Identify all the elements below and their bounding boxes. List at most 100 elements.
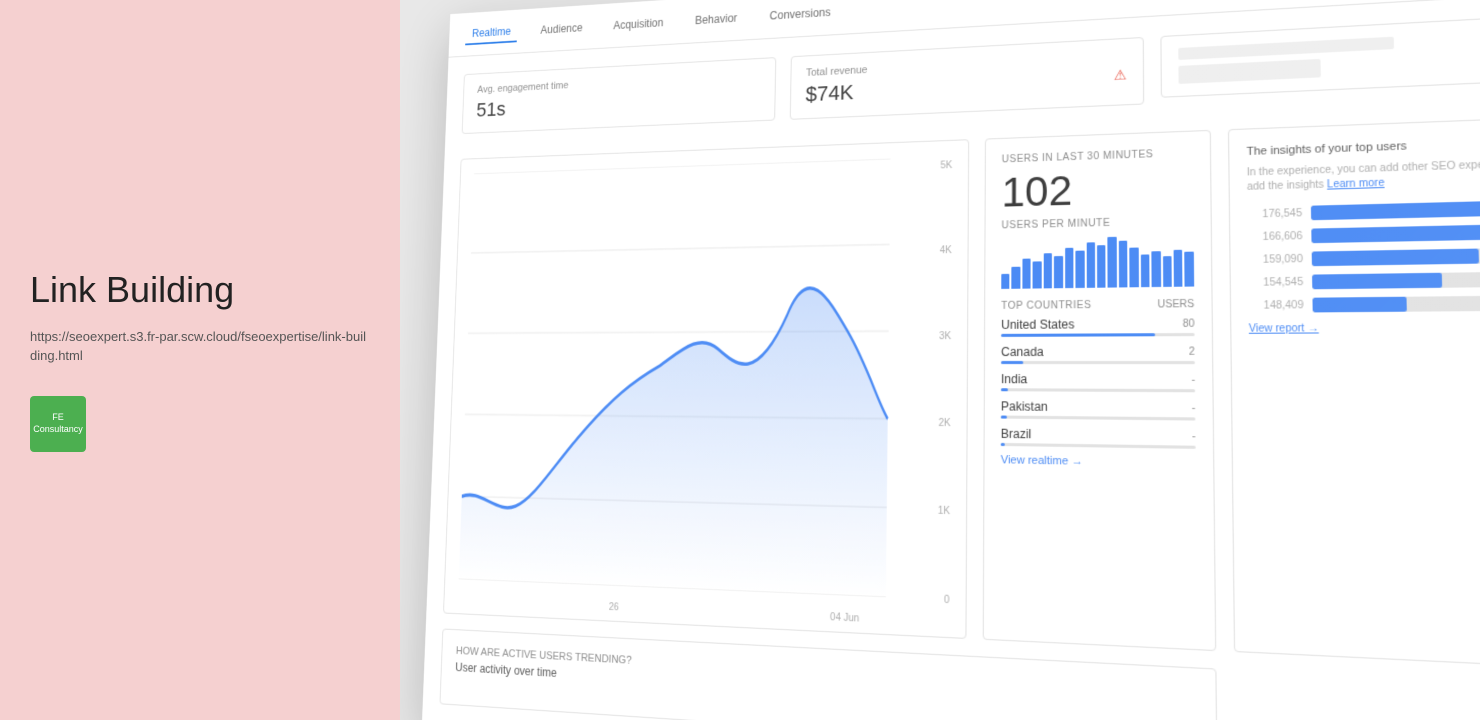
insights-widget: The insights of your top users In the ex… xyxy=(1228,116,1480,669)
line-chart-area: 5K 4K 3K 2K 1K 0 xyxy=(443,139,969,639)
mini-bar xyxy=(1130,248,1139,288)
horiz-bar-track-2 xyxy=(1312,247,1480,266)
realtime-count: 102 xyxy=(1002,163,1194,217)
country-value-ca: 2 xyxy=(1189,346,1195,357)
realtime-header: USERS IN LAST 30 MINUTES xyxy=(1002,148,1193,166)
horiz-bar-label-4: 148,409 xyxy=(1248,299,1303,311)
country-bar-br xyxy=(1001,443,1196,449)
tab-acquisition[interactable]: Acquisition xyxy=(606,12,671,36)
horizontal-bar-chart: 176,545 166,606 159,090 xyxy=(1247,200,1480,313)
horiz-bar-row-3: 154,545 xyxy=(1248,271,1480,290)
country-bar-fill-br xyxy=(1001,443,1005,446)
engagement-card: Avg. engagement time 51s xyxy=(462,57,776,134)
insights-title: The insights of your top users xyxy=(1246,135,1480,158)
country-row-pk: Pakistan - xyxy=(1001,399,1196,420)
x-label-26: 26 xyxy=(609,602,619,613)
horiz-bar-row-4: 148,409 xyxy=(1248,295,1480,313)
mini-bar xyxy=(1097,245,1106,288)
realtime-subheader: USERS PER MINUTE xyxy=(1001,216,1193,232)
horiz-bar-label-0: 176,545 xyxy=(1247,207,1302,220)
country-row-ca: Canada 2 xyxy=(1001,344,1195,364)
horiz-bar-row-2: 159,090 xyxy=(1248,247,1480,267)
mini-bar xyxy=(1022,259,1031,289)
right-panel: Realtime Audience Acquisition Behavior C… xyxy=(400,0,1480,720)
mini-bar xyxy=(1185,252,1194,287)
country-bar-ca xyxy=(1001,361,1195,364)
x-label-jun: 04 Jun xyxy=(830,612,859,624)
view-report-link[interactable]: View report → xyxy=(1249,321,1480,334)
country-name-pk: Pakistan xyxy=(1001,399,1196,415)
horiz-bar-track-1 xyxy=(1311,223,1480,243)
horiz-bar-fill-0 xyxy=(1311,200,1480,220)
country-bar-pk xyxy=(1001,416,1196,421)
warning-icon: ⚠ xyxy=(1114,67,1127,84)
tab-conversions[interactable]: Conversions xyxy=(762,1,838,26)
dashboard-content: Avg. engagement time 51s Total revenue $… xyxy=(422,0,1480,720)
y-label-2k: 2K xyxy=(938,418,950,429)
favicon-badge: FE Consultancy xyxy=(30,396,86,452)
horiz-bar-track-4 xyxy=(1312,295,1480,312)
country-name-ca: Canada xyxy=(1001,344,1195,359)
tab-realtime[interactable]: Realtime xyxy=(465,21,518,45)
horiz-bar-label-2: 159,090 xyxy=(1248,253,1303,265)
country-row-br: Brazil - xyxy=(1001,427,1196,449)
horiz-bar-row-1: 166,606 xyxy=(1248,223,1480,244)
mini-bar xyxy=(1141,254,1150,287)
view-realtime-link[interactable]: View realtime → xyxy=(1001,454,1196,470)
country-bar-us xyxy=(1001,333,1195,337)
chart-x-labels: 26 04 Jun xyxy=(461,595,915,627)
country-bar-in xyxy=(1001,388,1195,392)
y-label-4k: 4K xyxy=(940,245,952,256)
y-label-1k: 1K xyxy=(938,506,950,517)
country-name-in: India xyxy=(1001,372,1195,387)
country-value-us: 80 xyxy=(1183,319,1195,330)
horiz-bar-track-0 xyxy=(1311,200,1480,221)
y-label-5k: 5K xyxy=(940,160,952,171)
mini-bar-chart xyxy=(1001,235,1194,289)
horiz-bar-label-3: 154,545 xyxy=(1248,276,1303,288)
mini-bar xyxy=(1075,250,1084,288)
horiz-bar-track-3 xyxy=(1312,271,1480,289)
insights-subtitle: In the experience, you can add other SEO… xyxy=(1247,156,1480,194)
horiz-bar-fill-2 xyxy=(1312,249,1479,267)
countries-title: TOP COUNTRIES xyxy=(1001,300,1091,312)
dashboard-wrapper: Realtime Audience Acquisition Behavior C… xyxy=(422,0,1480,720)
realtime-widget: USERS IN LAST 30 MINUTES 102 USERS PER M… xyxy=(983,130,1217,651)
tab-audience[interactable]: Audience xyxy=(534,17,590,40)
country-name-br: Brazil xyxy=(1001,427,1196,444)
mini-bar xyxy=(1108,237,1117,288)
country-value-pk: - xyxy=(1192,403,1196,415)
mini-bar xyxy=(1043,253,1052,288)
mini-bar xyxy=(1119,241,1128,288)
mini-bar xyxy=(1086,242,1095,288)
horiz-bar-fill-1 xyxy=(1311,224,1480,243)
horiz-bar-label-1: 166,606 xyxy=(1248,230,1303,243)
tab-behavior[interactable]: Behavior xyxy=(688,7,745,31)
country-row-in: India - xyxy=(1001,372,1195,392)
country-bar-fill-in xyxy=(1001,388,1009,391)
page-url[interactable]: https://seoexpert.s3.fr-par.scw.cloud/fs… xyxy=(30,327,370,366)
horiz-bar-fill-3 xyxy=(1312,273,1443,290)
country-name-us: United States xyxy=(1001,316,1194,331)
mini-bar xyxy=(1012,266,1021,289)
left-panel: Link Building https://seoexpert.s3.fr-pa… xyxy=(0,0,400,720)
countries-header: TOP COUNTRIES USERS xyxy=(1001,299,1194,312)
mini-bar xyxy=(1001,274,1010,289)
y-label-0: 0 xyxy=(944,595,950,607)
horiz-bar-row-0: 176,545 xyxy=(1247,200,1480,222)
dashboard-inner: Realtime Audience Acquisition Behavior C… xyxy=(422,0,1480,720)
revenue-card: Total revenue $74K ⚠ xyxy=(789,37,1144,120)
users-col-label: USERS xyxy=(1158,299,1195,311)
mini-bar xyxy=(1065,248,1074,288)
country-bar-fill-us xyxy=(1001,333,1155,337)
mini-bar xyxy=(1152,251,1161,287)
y-label-3k: 3K xyxy=(939,331,951,342)
country-value-in: - xyxy=(1191,375,1195,386)
horiz-bar-fill-4 xyxy=(1312,297,1407,313)
country-row-us: United States 80 xyxy=(1001,316,1195,336)
mini-bar xyxy=(1163,256,1172,287)
country-bar-fill-pk xyxy=(1001,416,1007,419)
learn-more-link[interactable]: Learn more xyxy=(1327,178,1385,191)
mini-bar xyxy=(1054,255,1063,288)
chart-y-labels: 5K 4K 3K 2K 1K 0 xyxy=(937,160,952,606)
